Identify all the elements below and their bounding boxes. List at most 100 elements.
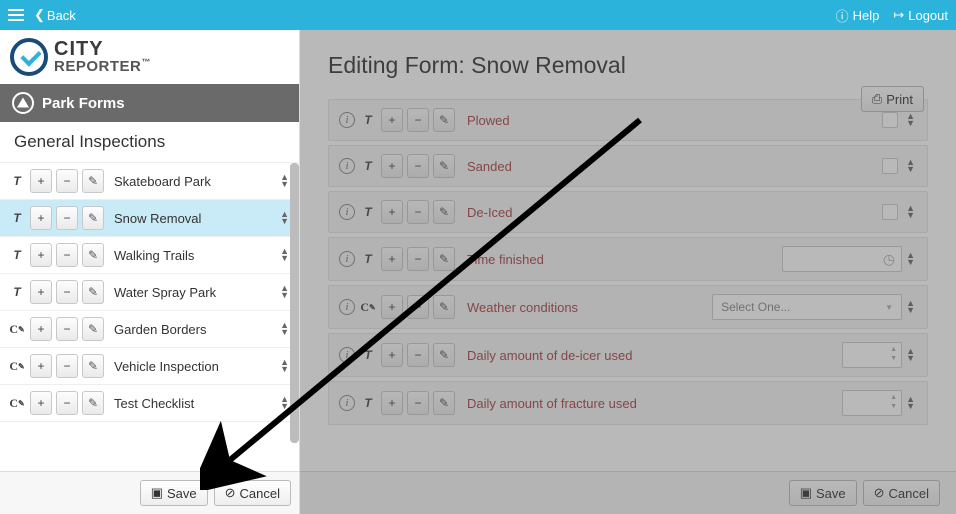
type-toggle[interactable]: T (359, 391, 377, 415)
remove-button[interactable]: − (56, 391, 78, 415)
main-save-button[interactable]: ▣ Save (789, 480, 857, 506)
add-button[interactable]: + (30, 354, 52, 378)
help-link[interactable]: ⓘ Help (836, 6, 880, 25)
time-input[interactable] (782, 246, 902, 272)
add-button[interactable]: + (30, 317, 52, 341)
form-row[interactable]: T+−✎Skateboard Park▲▼ (0, 163, 299, 200)
reorder-handle[interactable]: ▲▼ (906, 159, 917, 173)
remove-button[interactable]: − (407, 154, 429, 178)
type-toggle[interactable]: T (8, 206, 26, 230)
edit-button[interactable]: ✎ (433, 200, 455, 224)
remove-button[interactable]: − (56, 206, 78, 230)
sidebar-cancel-button[interactable]: ⊘ Cancel (214, 480, 291, 506)
reorder-handle[interactable]: ▲▼ (906, 348, 917, 362)
type-toggle[interactable]: T (359, 200, 377, 224)
remove-button[interactable]: − (56, 354, 78, 378)
remove-button[interactable]: − (407, 343, 429, 367)
checkbox-input[interactable] (882, 204, 898, 220)
form-row[interactable]: T+−✎Walking Trails▲▼ (0, 237, 299, 274)
remove-button[interactable]: − (56, 243, 78, 267)
remove-button[interactable]: − (407, 247, 429, 271)
logout-link[interactable]: ↦ Logout (893, 7, 948, 23)
main-cancel-button[interactable]: ⊘ Cancel (863, 480, 940, 506)
remove-button[interactable]: − (56, 280, 78, 304)
info-icon[interactable]: i (339, 251, 355, 267)
add-button[interactable]: + (30, 243, 52, 267)
add-button[interactable]: + (30, 169, 52, 193)
type-toggle[interactable]: C✎ (359, 295, 377, 319)
edit-button[interactable]: ✎ (433, 295, 455, 319)
add-button[interactable]: + (381, 154, 403, 178)
select-input[interactable]: Select One... (712, 294, 902, 320)
info-icon[interactable]: i (339, 204, 355, 220)
type-toggle[interactable]: T (8, 169, 26, 193)
print-button[interactable]: ⎙ Print (861, 86, 924, 112)
type-toggle[interactable]: T (8, 243, 26, 267)
info-icon[interactable]: i (339, 158, 355, 174)
reorder-handle[interactable]: ▲▼ (906, 205, 917, 219)
type-toggle[interactable]: T (8, 280, 26, 304)
edit-button[interactable]: ✎ (82, 391, 104, 415)
form-row[interactable]: T+−✎Snow Removal▲▼ (0, 200, 299, 237)
edit-button[interactable]: ✎ (82, 243, 104, 267)
checkbox-input[interactable] (882, 112, 898, 128)
type-toggle[interactable]: T (359, 108, 377, 132)
info-icon[interactable]: i (339, 112, 355, 128)
reorder-handle[interactable]: ▲▼ (906, 113, 917, 127)
add-button[interactable]: + (381, 343, 403, 367)
save-icon: ▣ (151, 485, 163, 501)
info-icon[interactable]: i (339, 395, 355, 411)
remove-button[interactable]: − (56, 317, 78, 341)
form-row[interactable]: C✎+−✎Test Checklist▲▼ (0, 385, 299, 422)
sidebar-save-button[interactable]: ▣ Save (140, 480, 208, 506)
edit-button[interactable]: ✎ (82, 354, 104, 378)
add-button[interactable]: + (381, 391, 403, 415)
type-toggle[interactable]: T (359, 247, 377, 271)
stepper-input[interactable] (842, 342, 902, 368)
form-row[interactable]: C✎+−✎Vehicle Inspection▲▼ (0, 348, 299, 385)
remove-button[interactable]: − (407, 391, 429, 415)
type-toggle[interactable]: T (359, 154, 377, 178)
hamburger-icon[interactable] (8, 9, 24, 21)
question-row: iT+−✎ Sanded ▲▼ (328, 145, 928, 187)
pencil-icon: ✎ (439, 205, 449, 219)
stepper-input[interactable] (842, 390, 902, 416)
edit-button[interactable]: ✎ (433, 343, 455, 367)
edit-button[interactable]: ✎ (433, 108, 455, 132)
remove-button[interactable]: − (407, 200, 429, 224)
edit-button[interactable]: ✎ (82, 169, 104, 193)
add-button[interactable]: + (381, 247, 403, 271)
edit-button[interactable]: ✎ (82, 317, 104, 341)
type-toggle[interactable]: C✎ (8, 354, 26, 378)
remove-button[interactable]: − (56, 169, 78, 193)
add-button[interactable]: + (30, 391, 52, 415)
add-button[interactable]: + (381, 295, 403, 319)
add-button[interactable]: + (30, 280, 52, 304)
edit-button[interactable]: ✎ (433, 247, 455, 271)
add-button[interactable]: + (381, 200, 403, 224)
type-toggle[interactable]: C✎ (8, 391, 26, 415)
edit-button[interactable]: ✎ (433, 391, 455, 415)
type-toggle[interactable]: T (359, 343, 377, 367)
form-row[interactable]: C✎+−✎Garden Borders▲▼ (0, 311, 299, 348)
add-button[interactable]: + (381, 108, 403, 132)
question-label: Sanded (459, 159, 878, 174)
park-icon (12, 92, 34, 114)
info-icon[interactable]: i (339, 347, 355, 363)
edit-button[interactable]: ✎ (82, 206, 104, 230)
remove-button[interactable]: − (407, 108, 429, 132)
info-icon[interactable]: i (339, 299, 355, 315)
reorder-handle[interactable]: ▲▼ (906, 300, 917, 314)
add-button[interactable]: + (30, 206, 52, 230)
scrollbar[interactable] (290, 163, 299, 443)
back-link[interactable]: ❮ Back (34, 7, 76, 23)
edit-button[interactable]: ✎ (433, 154, 455, 178)
reorder-handle[interactable]: ▲▼ (906, 396, 917, 410)
checkbox-input[interactable] (882, 158, 898, 174)
form-row[interactable]: T+−✎Water Spray Park▲▼ (0, 274, 299, 311)
form-name: Skateboard Park (108, 174, 276, 189)
remove-button[interactable]: − (407, 295, 429, 319)
edit-button[interactable]: ✎ (82, 280, 104, 304)
type-toggle[interactable]: C✎ (8, 317, 26, 341)
reorder-handle[interactable]: ▲▼ (906, 252, 917, 266)
